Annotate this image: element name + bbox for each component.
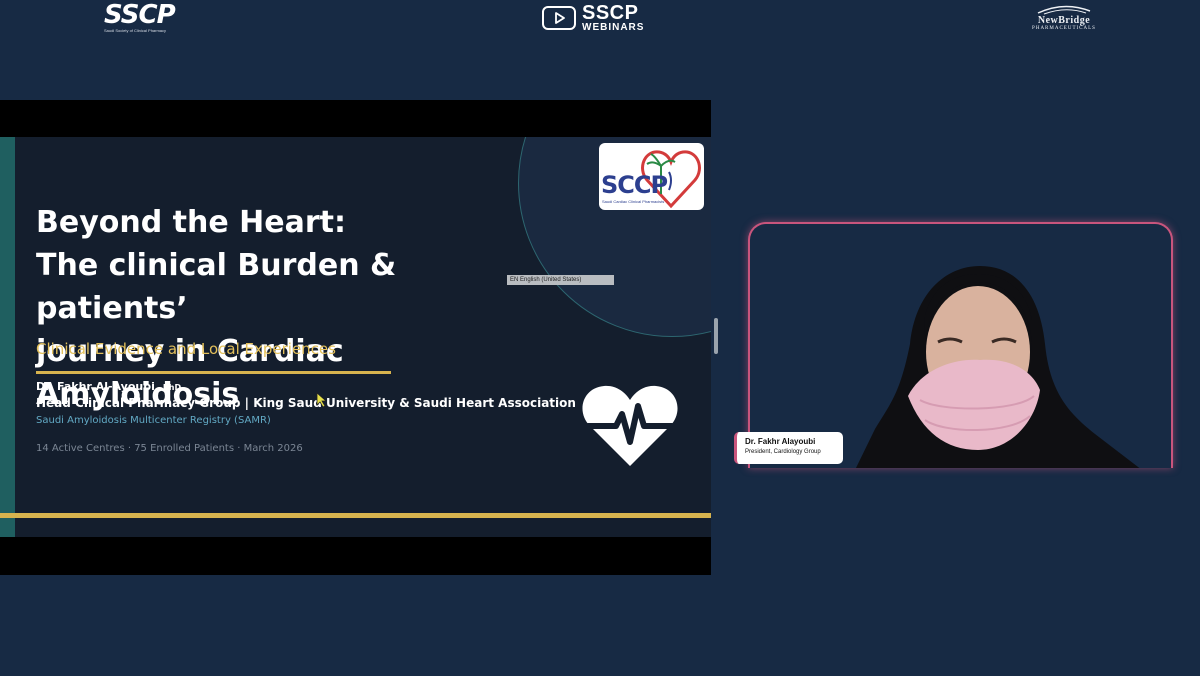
sscp-logo-text: SSCP <box>104 0 176 30</box>
sscp-logo: SSCP Saudi Society of Clinical Pharmacy <box>104 2 188 34</box>
presenter-role: President, Cardiology Group <box>745 449 821 455</box>
sccp-logo: SCCP Saudi Cardiac Clinical Pharmacists <box>599 143 704 210</box>
newbridge-sub: PHARMACEUTICALS <box>1032 26 1096 31</box>
sccp-logo-subtext: Saudi Cardiac Clinical Pharmacists <box>602 199 665 204</box>
wave-icon <box>1037 5 1091 15</box>
top-bar: SSCP Saudi Society of Clinical Pharmacy … <box>0 0 1200 40</box>
newbridge-name: NewBridge <box>1037 15 1091 26</box>
slide-subtitle: Clinical Evidence and Local Experiences <box>36 340 336 358</box>
mouse-cursor-icon <box>316 392 328 408</box>
webinars-logo-line1: SSCP <box>582 1 639 24</box>
shared-screen: Beyond the Heart: The clinical Burden & … <box>0 100 711 575</box>
sscp-logo-tagline: Saudi Society of Clinical Pharmacy <box>104 28 167 33</box>
author-degree: PhD <box>162 383 182 392</box>
slide-author: Dr. Fakhr Al-Ayoubi, PhD <box>36 379 181 395</box>
slide-title-line1: Beyond the Heart: <box>36 205 346 240</box>
slide-registry: Saudi Amyloidosis Multicenter Registry (… <box>36 415 271 426</box>
slide-title-line2: The clinical Burden & patients’ <box>36 248 397 326</box>
play-icon <box>542 6 576 30</box>
slide-accent-bar <box>0 137 15 537</box>
presenter-name: Dr. Fakhr Alayoubi <box>745 437 816 446</box>
webinars-logo-line2: WEBINARS <box>582 21 645 33</box>
slide-footer-bar <box>0 513 711 518</box>
author-name: Dr. Fakhr Al-Ayoubi, <box>36 380 160 393</box>
slide-affiliation: Head Clinical Pharmacy Group | King Saud… <box>36 396 576 410</box>
newbridge-logo: NewBridge PHARMACEUTICALS <box>1026 5 1102 39</box>
panel-resize-handle[interactable] <box>714 318 718 354</box>
sscp-webinars-logo: SSCP WEBINARS <box>542 3 644 33</box>
language-bar[interactable]: EN English (United States) <box>507 275 614 285</box>
heart-ecg-icon <box>582 385 678 466</box>
slide-divider <box>36 371 391 374</box>
sccp-logo-text: SCCP <box>601 171 668 199</box>
slide-stats: 14 Active Centres · 75 Enrolled Patients… <box>36 443 303 454</box>
presenter-name-tag: Dr. Fakhr Alayoubi President, Cardiology… <box>734 432 843 464</box>
